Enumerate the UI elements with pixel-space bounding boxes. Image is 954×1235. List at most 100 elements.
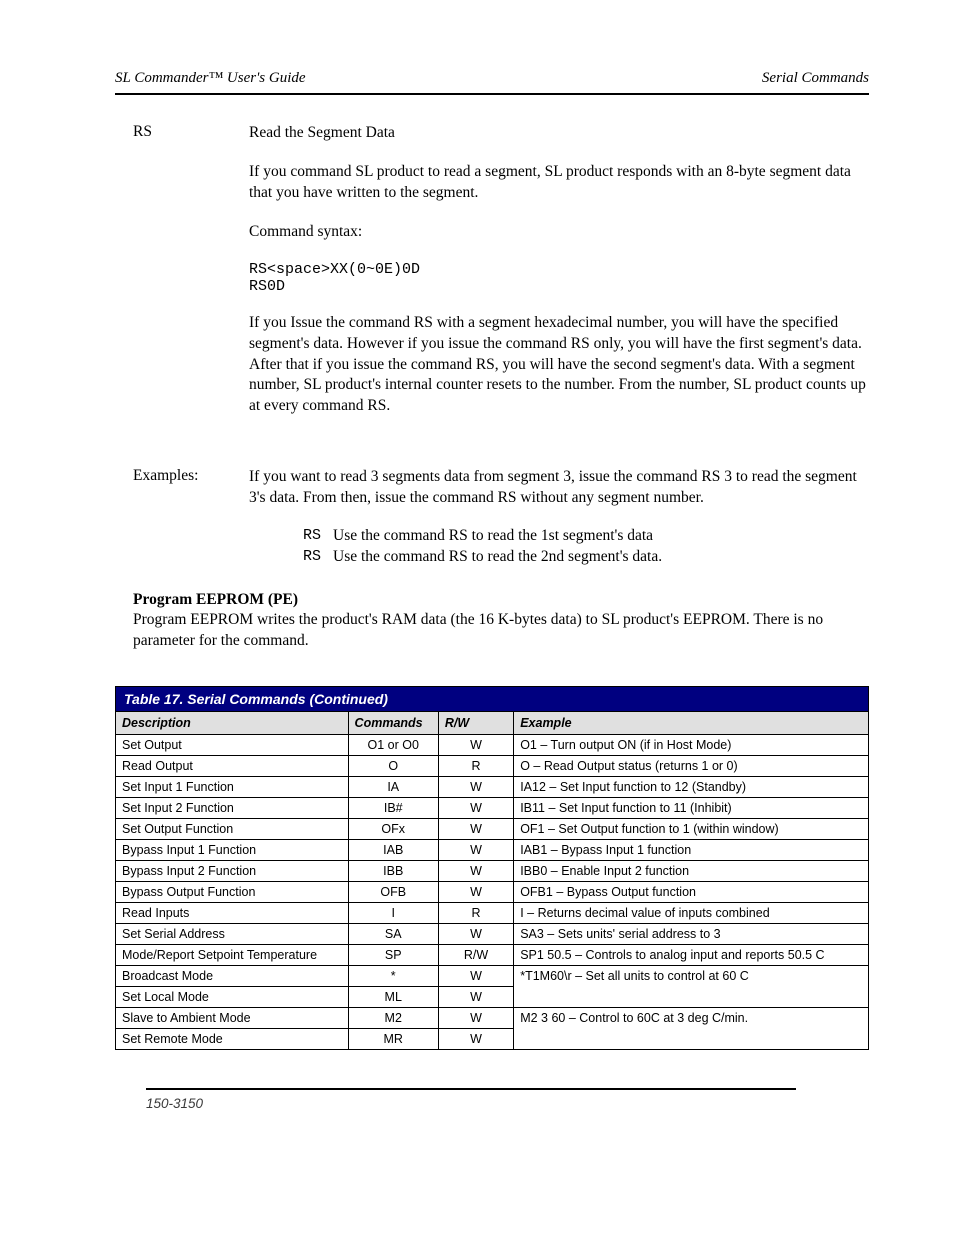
rs-syntax-1: RS<space>XX(0~0E)0D xyxy=(249,261,869,278)
cell-command: IBB xyxy=(348,860,438,881)
cell-example: IB11 – Set Input function to 11 (Inhibit… xyxy=(514,797,869,818)
cell-rw: W xyxy=(438,965,513,986)
cell-example: SP1 50.5 – Controls to analog input and … xyxy=(514,944,869,965)
footer-text: 150-3150 xyxy=(146,1096,203,1111)
cell-description: Broadcast Mode xyxy=(116,965,349,986)
cell-example: O – Read Output status (returns 1 or 0) xyxy=(514,755,869,776)
cell-command: OFx xyxy=(348,818,438,839)
cell-description: Set Input 2 Function xyxy=(116,797,349,818)
rs-syntax-label: Command syntax: xyxy=(249,222,869,243)
cell-example: O1 – Turn output ON (if in Host Mode) xyxy=(514,734,869,755)
cell-command: O xyxy=(348,755,438,776)
cell-rw: W xyxy=(438,860,513,881)
cell-command: IAB xyxy=(348,839,438,860)
table-row: Bypass Input 1 FunctionIABWIAB1 – Bypass… xyxy=(116,839,869,860)
header-right: Serial Commands xyxy=(762,70,869,87)
table-row: Bypass Input 2 FunctionIBBWIBB0 – Enable… xyxy=(116,860,869,881)
cell-example: M2 3 60 – Control to 60C at 3 deg C/min. xyxy=(514,1007,869,1049)
cell-description: Set Remote Mode xyxy=(116,1028,349,1049)
table-row: Bypass Output FunctionOFBWOFB1 – Bypass … xyxy=(116,881,869,902)
cell-rw: W xyxy=(438,923,513,944)
cell-description: Slave to Ambient Mode xyxy=(116,1007,349,1028)
cell-rw: R/W xyxy=(438,944,513,965)
pe-desc: Program EEPROM writes the product's RAM … xyxy=(133,610,869,652)
examples-section: Examples: If you want to read 3 segments… xyxy=(133,467,869,569)
pe-title: Program EEPROM (PE) xyxy=(133,591,869,609)
examples-p1: If you want to read 3 segments data from… xyxy=(249,467,869,509)
col-example: Example xyxy=(514,711,869,734)
cell-rw: W xyxy=(438,1028,513,1049)
table-row: Set OutputO1 or O0WO1 – Turn output ON (… xyxy=(116,734,869,755)
header-left: SL Commander™ User's Guide xyxy=(115,70,306,87)
cell-command: I xyxy=(348,902,438,923)
table-row: Set Input 2 FunctionIB#WIB11 – Set Input… xyxy=(116,797,869,818)
cell-example: SA3 – Sets units' serial address to 3 xyxy=(514,923,869,944)
example-row: RSUse the command RS to read the 2nd seg… xyxy=(303,548,869,566)
cell-example: OF1 – Set Output function to 1 (within w… xyxy=(514,818,869,839)
cell-description: Set Local Mode xyxy=(116,986,349,1007)
cell-description: Read Inputs xyxy=(116,902,349,923)
example-desc: Use the command RS to read the 1st segme… xyxy=(333,527,653,545)
cell-rw: W xyxy=(438,797,513,818)
cell-description: Mode/Report Setpoint Temperature xyxy=(116,944,349,965)
cell-command: IB# xyxy=(348,797,438,818)
commands-table-wrap: Table 17. Serial Commands (Continued) De… xyxy=(115,686,869,1050)
cell-example: *T1M60\r – Set all units to control at 6… xyxy=(514,965,869,1007)
example-cmd: RS xyxy=(303,527,333,545)
table-row: Read InputsIRI – Returns decimal value o… xyxy=(116,902,869,923)
cell-command: SA xyxy=(348,923,438,944)
cell-example: I – Returns decimal value of inputs comb… xyxy=(514,902,869,923)
cell-description: Set Output xyxy=(116,734,349,755)
rs-p3: If you Issue the command RS with a segme… xyxy=(249,313,869,418)
header-rule xyxy=(115,93,869,95)
cell-example: IAB1 – Bypass Input 1 function xyxy=(514,839,869,860)
cell-command: OFB xyxy=(348,881,438,902)
cell-description: Bypass Output Function xyxy=(116,881,349,902)
rs-p2: If you command SL product to read a segm… xyxy=(249,162,869,204)
cell-rw: W xyxy=(438,881,513,902)
table-row: Slave to Ambient ModeM2WM2 3 60 – Contro… xyxy=(116,1007,869,1028)
cell-description: Read Output xyxy=(116,755,349,776)
rs-p1: Read the Segment Data xyxy=(249,123,869,144)
cell-rw: W xyxy=(438,1007,513,1028)
col-description: Description xyxy=(116,711,349,734)
rs-syntax-2: RS0D xyxy=(249,278,869,295)
footer-rule xyxy=(146,1088,796,1090)
cell-example: OFB1 – Bypass Output function xyxy=(514,881,869,902)
cell-command: SP xyxy=(348,944,438,965)
col-rw: R/W xyxy=(438,711,513,734)
page-header: SL Commander™ User's Guide Serial Comman… xyxy=(115,70,869,87)
cell-rw: W xyxy=(438,818,513,839)
cell-description: Bypass Input 1 Function xyxy=(116,839,349,860)
cell-rw: R xyxy=(438,902,513,923)
col-commands: Commands xyxy=(348,711,438,734)
cell-description: Set Input 1 Function xyxy=(116,776,349,797)
cell-description: Set Serial Address xyxy=(116,923,349,944)
cell-rw: W xyxy=(438,839,513,860)
cell-command: * xyxy=(348,965,438,986)
cell-example: IBB0 – Enable Input 2 function xyxy=(514,860,869,881)
cell-rw: W xyxy=(438,734,513,755)
table-row: Set Serial AddressSAWSA3 – Sets units' s… xyxy=(116,923,869,944)
cell-rw: W xyxy=(438,986,513,1007)
table-row: Read OutputORO – Read Output status (ret… xyxy=(116,755,869,776)
cell-description: Bypass Input 2 Function xyxy=(116,860,349,881)
commands-table: Table 17. Serial Commands (Continued) De… xyxy=(115,686,869,1050)
table-title: Table 17. Serial Commands (Continued) xyxy=(116,686,869,711)
table-row: Set Output FunctionOFxWOF1 – Set Output … xyxy=(116,818,869,839)
cell-description: Set Output Function xyxy=(116,818,349,839)
rs-section: RS Read the Segment Data If you command … xyxy=(133,123,869,435)
cell-rw: R xyxy=(438,755,513,776)
rs-label: RS xyxy=(133,123,203,435)
table-row: Mode/Report Setpoint TemperatureSPR/WSP1… xyxy=(116,944,869,965)
cell-command: ML xyxy=(348,986,438,1007)
table-row: Set Input 1 FunctionIAWIA12 – Set Input … xyxy=(116,776,869,797)
pe-section: Program EEPROM (PE) Program EEPROM write… xyxy=(133,591,869,652)
examples-label: Examples: xyxy=(133,467,235,569)
example-cmd: RS xyxy=(303,548,333,566)
cell-rw: W xyxy=(438,776,513,797)
table-row: Broadcast Mode*W*T1M60\r – Set all units… xyxy=(116,965,869,986)
cell-command: M2 xyxy=(348,1007,438,1028)
example-row: RSUse the command RS to read the 1st seg… xyxy=(303,527,869,545)
cell-command: O1 or O0 xyxy=(348,734,438,755)
